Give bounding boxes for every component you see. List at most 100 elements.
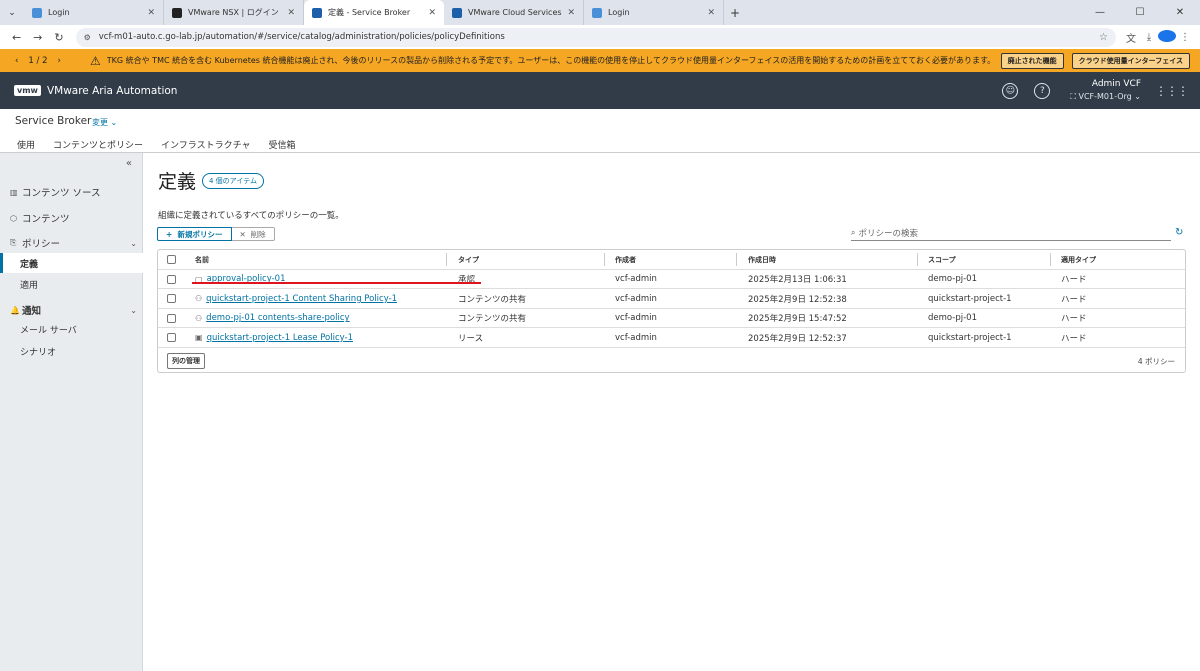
bell-icon: 🔔 bbox=[10, 305, 20, 315]
user-name: Admin VCF bbox=[1091, 79, 1141, 89]
sidebar-item-enforcement[interactable]: 適用 bbox=[0, 274, 143, 294]
policy-created: 2025年2月9日 15:47:52 bbox=[748, 314, 847, 325]
refresh-icon[interactable]: ↻ bbox=[1175, 227, 1183, 238]
sidebar-item-mail-server[interactable]: メール サーバ bbox=[0, 319, 143, 339]
column-header-name[interactable]: 名前 bbox=[195, 250, 209, 270]
browser-tab[interactable]: VMware NSX | ログイン ✕ bbox=[164, 0, 304, 25]
smiley-feedback-icon[interactable]: ☺ bbox=[1002, 82, 1019, 99]
url-text: vcf-m01-auto.c.go-lab.jp/automation/#/se… bbox=[98, 32, 505, 42]
collapse-sidebar-icon[interactable]: « bbox=[126, 158, 132, 169]
url-field[interactable]: ⚙ vcf-m01-auto.c.go-lab.jp/automation/#/… bbox=[75, 27, 1116, 47]
new-tab-button[interactable]: + bbox=[724, 0, 746, 25]
cloud-consumption-button[interactable]: クラウド使用量インターフェイス bbox=[1071, 52, 1190, 69]
translate-icon[interactable]: 文 bbox=[1122, 30, 1140, 45]
bookmark-star-icon[interactable]: ☆ bbox=[1099, 32, 1108, 43]
search-placeholder: ポリシーの検索 bbox=[858, 229, 918, 239]
sidebar-label: シナリオ bbox=[20, 347, 57, 358]
next-icon[interactable]: › bbox=[58, 56, 61, 66]
sidebar-item-policies[interactable]: ⎘ ポリシー ⌄ bbox=[0, 233, 143, 253]
content-source-icon: ▥ bbox=[10, 187, 18, 197]
close-icon[interactable]: ✕ bbox=[287, 8, 295, 18]
close-icon[interactable]: ✕ bbox=[428, 8, 436, 18]
help-icon[interactable]: ? bbox=[1034, 82, 1051, 99]
row-checkbox[interactable] bbox=[167, 270, 176, 290]
column-header-enforcement[interactable]: 適用タイプ bbox=[1061, 250, 1096, 270]
service-subheader: Service Broker 変更 ⌄ 使用 コンテンツとポリシー インフラスト… bbox=[0, 109, 1200, 157]
close-icon[interactable]: ✕ bbox=[147, 8, 155, 18]
manage-columns-button[interactable]: 列の管理 bbox=[167, 353, 205, 369]
pager-label: 1 / 2 bbox=[28, 55, 48, 66]
policy-name-link[interactable]: demo-pj-01 contents-share-policy bbox=[206, 313, 349, 323]
column-header-type[interactable]: タイプ bbox=[458, 250, 479, 270]
maximize-icon[interactable]: ☐ bbox=[1120, 0, 1160, 25]
banner-pager: ‹ 1 / 2 › bbox=[10, 56, 90, 66]
policy-creator: vcf-admin bbox=[615, 274, 657, 285]
sidebar-item-content[interactable]: ⬡ コンテンツ bbox=[0, 208, 143, 228]
chevron-down-icon: ⌄ bbox=[130, 238, 137, 248]
policy-enforcement: ハード bbox=[1061, 294, 1087, 305]
sidebar-item-definitions[interactable]: 定義 bbox=[0, 253, 143, 273]
search-icon: ⌕ bbox=[851, 228, 856, 237]
select-all-checkbox[interactable] bbox=[167, 250, 176, 270]
policy-type: 承認 bbox=[458, 275, 476, 286]
change-service-link[interactable]: 変更 ⌄ bbox=[92, 117, 117, 128]
policy-search-input[interactable]: ⌕ ポリシーの検索 bbox=[851, 226, 1171, 241]
downloads-icon[interactable]: ⤓ bbox=[1140, 32, 1158, 43]
back-icon[interactable]: ← bbox=[6, 31, 27, 44]
site-info-icon[interactable]: ⚙ bbox=[84, 33, 91, 42]
sidebar-label: コンテンツ ソース bbox=[22, 188, 101, 199]
table-row[interactable]: ⚇ demo-pj-01 contents-share-policy コンテンツの… bbox=[158, 309, 1185, 329]
column-header-scope[interactable]: スコープ bbox=[928, 250, 956, 270]
tab-label: Login bbox=[608, 8, 630, 17]
app-name: VMware Aria Automation bbox=[46, 84, 178, 97]
sidebar-item-scenarios[interactable]: シナリオ bbox=[0, 341, 143, 361]
policy-created: 2025年2月9日 12:52:38 bbox=[748, 294, 847, 305]
share-icon: ⚇ bbox=[195, 313, 203, 323]
policy-table: 名前 タイプ 作成者 作成日時 スコープ 適用タイプ ▢ approval-pol… bbox=[157, 249, 1186, 373]
tab-search-icon[interactable]: ⌄ bbox=[0, 0, 24, 25]
policy-scope: demo-pj-01 bbox=[928, 313, 977, 324]
reload-icon[interactable]: ↻ bbox=[48, 31, 69, 44]
favicon-icon bbox=[172, 7, 182, 18]
chevron-down-icon: ⌄ bbox=[1134, 92, 1141, 101]
sidebar-item-content-sources[interactable]: ▥ コンテンツ ソース bbox=[0, 182, 143, 202]
row-checkbox[interactable] bbox=[167, 309, 176, 329]
browser-tab[interactable]: Login ✕ bbox=[584, 0, 724, 25]
policy-enforcement: ハード bbox=[1061, 333, 1087, 344]
row-checkbox[interactable] bbox=[167, 328, 176, 348]
column-header-creator[interactable]: 作成者 bbox=[615, 250, 636, 270]
table-row[interactable]: ⚇ quickstart-project-1 Content Sharing Po… bbox=[158, 289, 1185, 309]
profile-avatar[interactable] bbox=[1158, 29, 1176, 45]
browser-tab-active[interactable]: 定義 - Service Broker ✕ bbox=[304, 0, 444, 25]
table-row[interactable]: ▢ approval-policy-01 承認 vcf-admin 2025年2月… bbox=[158, 270, 1185, 290]
delete-button[interactable]: ✕ 削除 bbox=[231, 227, 275, 241]
delete-label: 削除 bbox=[250, 229, 266, 239]
content-icon: ⬡ bbox=[10, 213, 17, 223]
page-title: 定義 bbox=[158, 171, 197, 193]
new-policy-label: 新規ポリシー bbox=[177, 229, 223, 239]
policy-name-link[interactable]: quickstart-project-1 Content Sharing Pol… bbox=[206, 294, 397, 304]
favicon-icon bbox=[592, 7, 602, 18]
minimize-icon[interactable]: — bbox=[1080, 0, 1120, 25]
forward-icon[interactable]: → bbox=[27, 31, 48, 44]
policy-name-link[interactable]: quickstart-project-1 Lease Policy-1 bbox=[207, 333, 353, 343]
close-icon[interactable]: ✕ bbox=[707, 8, 715, 18]
user-menu[interactable]: Admin VCF ⛶ VCF-M01-Org ⌄ bbox=[1070, 79, 1141, 102]
org-name: VCF-M01-Org bbox=[1078, 92, 1132, 101]
change-label: 変更 bbox=[92, 118, 108, 127]
close-window-icon[interactable]: ✕ bbox=[1160, 0, 1200, 25]
table-row[interactable]: ▣ quickstart-project-1 Lease Policy-1 リース… bbox=[158, 328, 1185, 348]
deprecated-features-button[interactable]: 廃止された機能 bbox=[1000, 52, 1064, 69]
app-switcher-grid-icon[interactable]: ⋮⋮⋮ bbox=[1155, 84, 1189, 98]
lease-icon: ▣ bbox=[195, 333, 203, 343]
menu-kebab-icon[interactable]: ⋮ bbox=[1176, 32, 1194, 43]
share-icon: ⚇ bbox=[195, 294, 203, 304]
browser-tab[interactable]: Login ✕ bbox=[24, 0, 164, 25]
new-policy-button[interactable]: + 新規ポリシー bbox=[157, 227, 232, 241]
column-header-created[interactable]: 作成日時 bbox=[748, 250, 776, 270]
browser-tab[interactable]: VMware Cloud Services ✕ bbox=[444, 0, 584, 25]
prev-icon[interactable]: ‹ bbox=[15, 56, 18, 66]
sidebar-item-notifications[interactable]: 🔔 通知 ⌄ bbox=[0, 300, 143, 320]
row-checkbox[interactable] bbox=[167, 289, 176, 309]
close-icon[interactable]: ✕ bbox=[567, 8, 575, 18]
